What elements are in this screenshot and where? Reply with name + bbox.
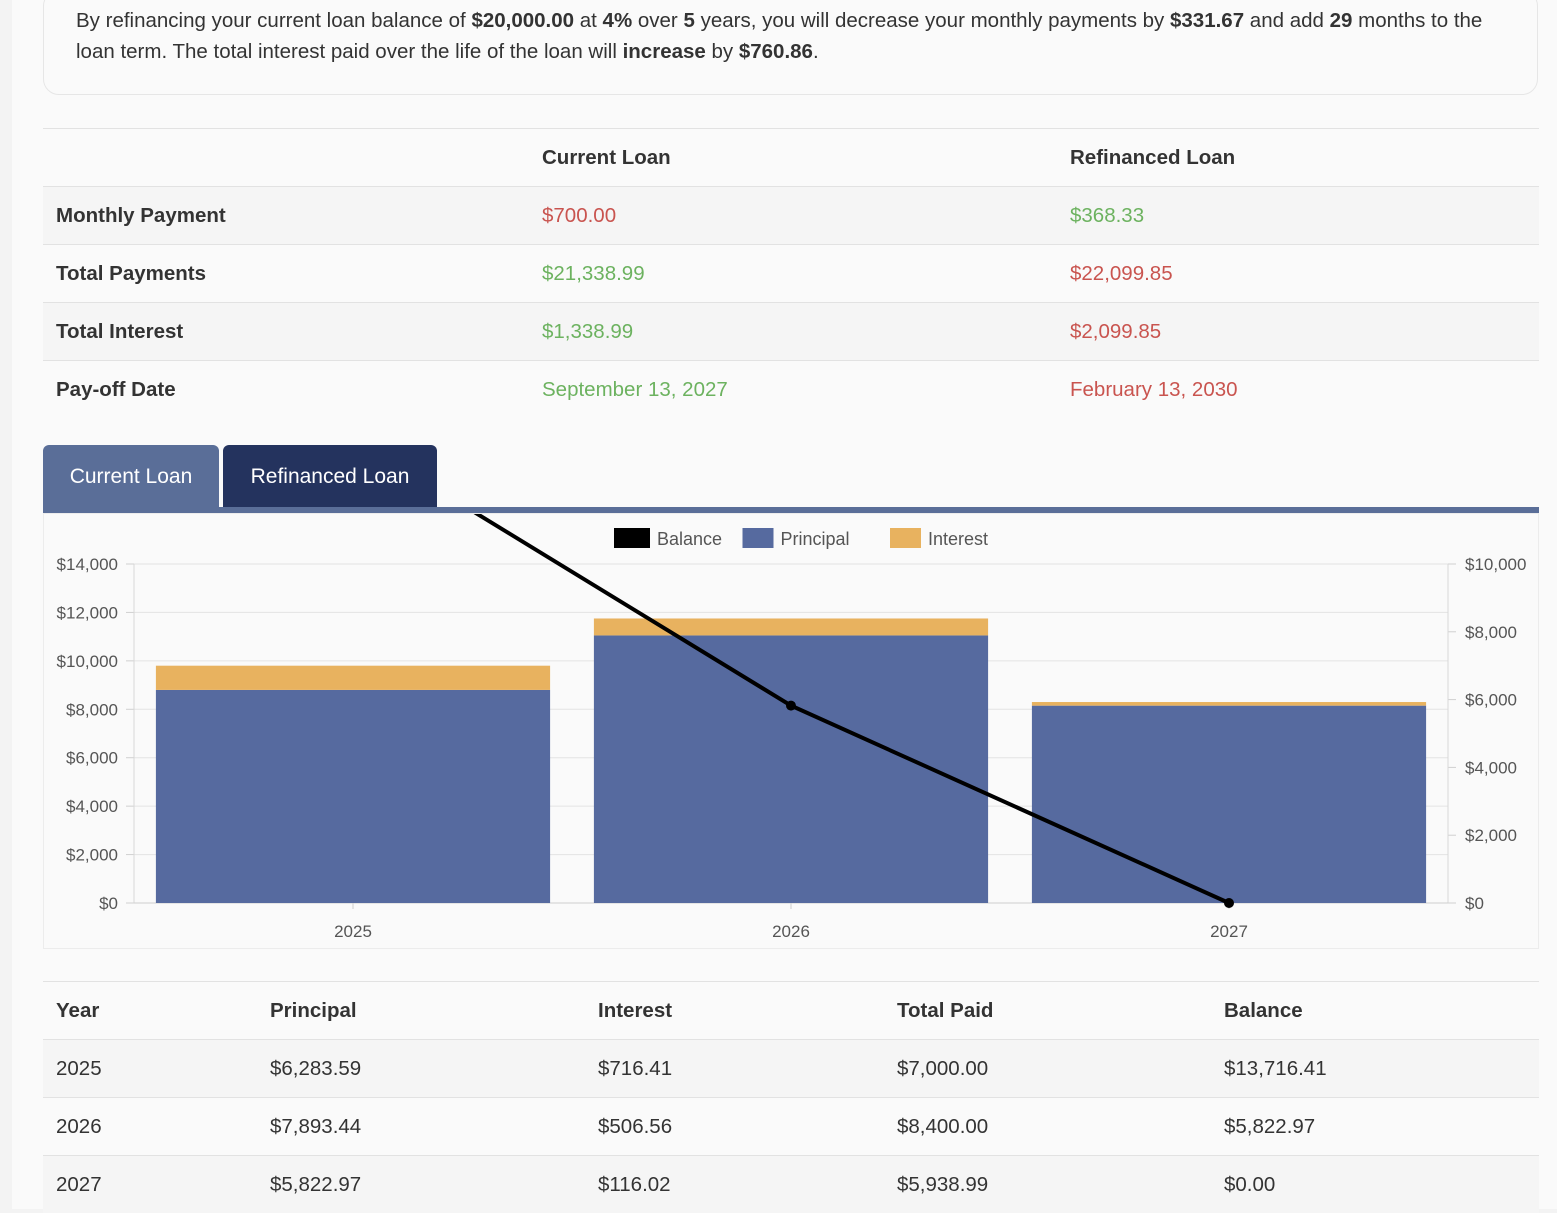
y-left-tick-label: $14,000 [57,555,118,574]
summary-text: over [632,9,683,32]
comparison-header-row: Current Loan Refinanced Loan [43,129,1539,187]
bar-interest [156,666,550,690]
cell-principal: $6,283.59 [257,1040,585,1098]
summary-years: 5 [683,9,694,32]
summary-text: . [813,40,819,63]
y-left-tick-label: $0 [99,894,118,913]
y-left-tick-label: $8,000 [66,700,118,719]
row-label: Pay-off Date [43,361,529,419]
schedule-header-row: Year Principal Interest Total Paid Balan… [43,982,1539,1040]
schedule-row: 2025 $6,283.59 $716.41 $7,000.00 $13,716… [43,1040,1539,1098]
y-right-tick-label: $2,000 [1465,826,1517,845]
header-year: Year [43,982,257,1040]
cell-interest: $116.02 [585,1156,884,1213]
x-tick-label: 2025 [334,922,372,941]
y-left-tick-label: $6,000 [66,749,118,768]
refinanced-value: $2,099.85 [1057,303,1539,361]
y-right-tick-label: $4,000 [1465,758,1517,777]
legend-swatch-principal [743,528,774,548]
header-interest: Interest [585,982,884,1040]
summary-interest-change: $760.86 [739,40,813,63]
schedule-row: 2026 $7,893.44 $506.56 $8,400.00 $5,822.… [43,1098,1539,1156]
bar-interest [1032,702,1426,706]
comparison-row-monthly-payment: Monthly Payment $700.00 $368.33 [43,187,1539,245]
loan-tabs: Current Loan Refinanced Loan [43,445,1539,508]
current-value: $21,338.99 [529,245,1057,303]
current-value: $1,338.99 [529,303,1057,361]
summary-text: and add [1244,9,1330,32]
cell-interest: $716.41 [585,1040,884,1098]
header-total-paid: Total Paid [884,982,1211,1040]
legend-swatch-interest [890,528,921,548]
summary-text: years, you will decrease your monthly pa… [695,9,1170,32]
cell-balance: $0.00 [1211,1156,1539,1213]
balance-point [1224,898,1234,908]
cell-total-paid: $5,938.99 [884,1156,1211,1213]
legend-label: Principal [781,529,850,549]
chart-svg: $0 $2,000 $4,000 $6,000 $8,000 $10,000 $12,000… [44,514,1540,950]
comparison-header-current: Current Loan [529,129,1057,187]
legend-item-balance: Balance [614,528,722,549]
summary-months: 29 [1330,9,1353,32]
cell-total-paid: $7,000.00 [884,1040,1211,1098]
legend-label: Interest [928,529,988,549]
legend-item-principal: Principal [743,528,850,549]
summary-decrease: $331.67 [1170,9,1244,32]
cell-balance: $13,716.41 [1211,1040,1539,1098]
header-balance: Balance [1211,982,1539,1040]
summary-text: by [706,40,739,63]
comparison-row-total-payments: Total Payments $21,338.99 $22,099.85 [43,245,1539,303]
loan-comparison-table: Current Loan Refinanced Loan Monthly Pay… [43,128,1539,418]
cell-principal: $5,822.97 [257,1156,585,1213]
cell-year: 2027 [43,1156,257,1213]
cell-interest: $506.56 [585,1098,884,1156]
tab-refinanced-loan[interactable]: Refinanced Loan [223,445,437,508]
legend-item-interest: Interest [890,528,988,549]
refinanced-value: $368.33 [1057,187,1539,245]
cell-principal: $7,893.44 [257,1098,585,1156]
y-left-tick-label: $4,000 [66,797,118,816]
y-left-tick-label: $2,000 [66,846,118,865]
row-label: Total Payments [43,245,529,303]
page: By refinancing your current loan balance… [12,0,1557,1209]
refinance-summary: By refinancing your current loan balance… [43,0,1538,95]
row-label: Monthly Payment [43,187,529,245]
comparison-row-payoff-date: Pay-off Date September 13, 2027 February… [43,361,1539,419]
refinanced-value: $22,099.85 [1057,245,1539,303]
amortization-chart: $0 $2,000 $4,000 $6,000 $8,000 $10,000 $12,000… [43,513,1539,949]
y-right-tick-label: $0 [1465,894,1484,913]
summary-text: By refinancing your current loan balance… [76,9,471,32]
cell-total-paid: $8,400.00 [884,1098,1211,1156]
balance-point [786,701,796,711]
x-tick-label: 2027 [1210,922,1248,941]
summary-text: at [574,9,603,32]
comparison-row-total-interest: Total Interest $1,338.99 $2,099.85 [43,303,1539,361]
y-right-tick-label: $6,000 [1465,691,1517,710]
y-right-tick-label: $10,000 [1465,555,1526,574]
schedule-row: 2027 $5,822.97 $116.02 $5,938.99 $0.00 [43,1156,1539,1213]
y-left-tick-label: $10,000 [57,652,118,671]
bar-principal [1032,706,1426,903]
cell-balance: $5,822.97 [1211,1098,1539,1156]
comparison-header-refinanced: Refinanced Loan [1057,129,1539,187]
yearly-schedule-table: Year Principal Interest Total Paid Balan… [43,981,1539,1213]
x-tick-label: 2026 [772,922,810,941]
cell-year: 2025 [43,1040,257,1098]
current-value: September 13, 2027 [529,361,1057,419]
header-principal: Principal [257,982,585,1040]
cell-year: 2026 [43,1098,257,1156]
row-label: Total Interest [43,303,529,361]
summary-direction: increase [623,40,706,63]
comparison-header-blank [43,129,529,187]
summary-balance: $20,000.00 [471,9,574,32]
tab-current-loan[interactable]: Current Loan [43,445,219,508]
current-value: $700.00 [529,187,1057,245]
bar-principal [156,690,550,903]
legend-swatch-balance [614,528,650,548]
summary-rate: 4% [603,9,633,32]
refinanced-value: February 13, 2030 [1057,361,1539,419]
y-right-tick-label: $8,000 [1465,623,1517,642]
y-left-tick-label: $12,000 [57,603,118,622]
legend-label: Balance [657,529,722,549]
